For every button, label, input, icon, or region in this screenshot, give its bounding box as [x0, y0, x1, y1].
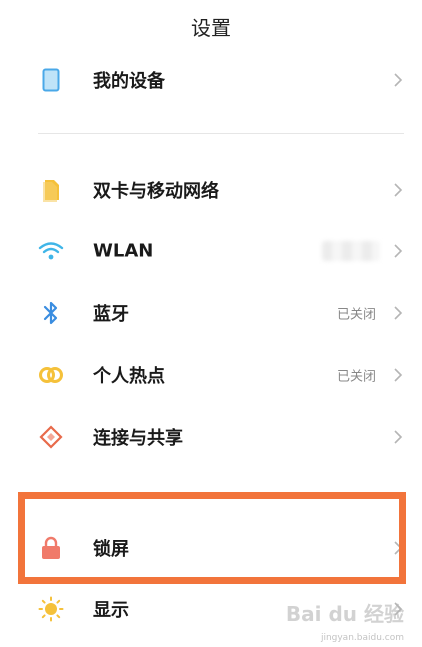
sim-icon	[34, 173, 68, 207]
settings-item-label: 个人热点	[93, 366, 165, 387]
chevron-right-icon	[394, 430, 403, 444]
watermark-text: Bai du 经验	[285, 602, 404, 626]
bluetooth-status: 已关闭	[336, 307, 376, 323]
section-divider	[38, 133, 404, 134]
bluetooth-icon	[34, 296, 68, 330]
settings-item-label: 我的设备	[93, 71, 165, 92]
settings-item-dual-sim[interactable]: 双卡与移动网络	[0, 160, 422, 220]
watermark-url: jingyan.baidu.com	[320, 633, 404, 643]
brightness-icon	[34, 592, 68, 626]
settings-item-label: 双卡与移动网络	[93, 181, 219, 202]
settings-item-connection-share[interactable]: 连接与共享	[0, 407, 422, 467]
chevron-right-icon	[394, 73, 403, 87]
hotspot-status: 已关闭	[336, 369, 376, 385]
chevron-right-icon	[394, 306, 403, 320]
settings-item-label: WLAN	[93, 240, 154, 262]
settings-item-wlan[interactable]: WLAN	[0, 221, 422, 281]
settings-item-bluetooth[interactable]: 蓝牙 已关闭	[0, 283, 422, 343]
settings-item-my-device[interactable]: 我的设备	[0, 50, 422, 110]
settings-item-hotspot[interactable]: 个人热点 已关闭	[0, 345, 422, 405]
settings-item-label: 蓝牙	[93, 304, 129, 325]
settings-item-label: 连接与共享	[93, 428, 183, 449]
page-title: 设置	[191, 16, 231, 40]
wifi-network-name-redacted	[322, 241, 380, 261]
wifi-icon	[34, 234, 68, 268]
hotspot-icon	[34, 358, 68, 392]
chevron-right-icon	[394, 244, 403, 258]
chevron-right-icon	[394, 368, 403, 382]
device-icon	[34, 63, 68, 97]
connection-share-icon	[34, 420, 68, 454]
highlight-annotation-box	[18, 492, 406, 584]
watermark: Bai du 经验 jingyan.baidu.com	[286, 598, 404, 643]
settings-item-label: 显示	[93, 600, 129, 621]
chevron-right-icon	[394, 183, 403, 197]
